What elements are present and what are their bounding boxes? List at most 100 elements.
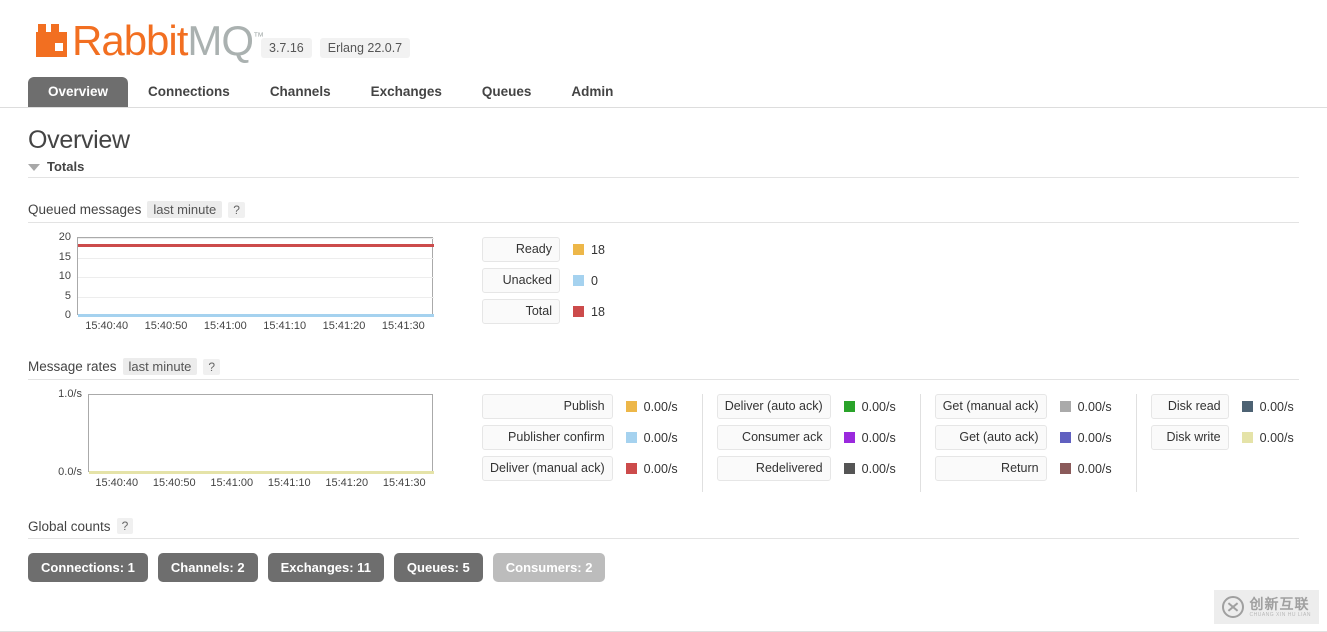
tab-connections[interactable]: Connections [128,77,250,107]
legend-value-get-manual-ack: 0.00/s [1059,394,1112,419]
message-rates-legend: Publish Publisher confirm Deliver (manual … [468,394,1294,492]
legend-label-deliver-auto-ack[interactable]: Deliver (auto ack) [716,394,831,419]
rabbitmq-version-badge: 3.7.16 [261,38,312,58]
legend-label-deliver-manual-ack[interactable]: Deliver (manual ack) [482,456,613,481]
chart-x-tick-label: 15:41:20 [322,320,366,332]
totals-section-header[interactable]: Totals [28,159,1299,178]
legend-swatch-icon [1059,401,1071,412]
erlang-version-badge: Erlang 22.0.7 [319,38,411,58]
page-content: Overview Totals Queued messages last min… [0,126,1327,582]
chart-x-tick-label: 15:41:20 [325,477,369,489]
legend-swatch-icon [1059,432,1071,443]
legend-label-unacked[interactable]: Unacked [482,268,560,293]
global-counts-help-icon[interactable]: ? [116,518,134,534]
legend-value-text: 0.00/s [643,430,678,445]
count-badge-channels[interactable]: Channels: 2 [157,553,258,582]
chart-y-tick-label: 15 [58,250,71,263]
queued-messages-legend: Ready Unacked Total 18 0 18 [468,237,605,335]
legend-value-get-auto-ack: 0.00/s [1059,425,1112,450]
tab-channels[interactable]: Channels [250,77,351,107]
legend-swatch-icon [1241,401,1253,412]
chart-y-tick-label: 0 [64,309,71,321]
chart-x-tick-label: 15:40:40 [85,320,129,332]
legend-value-text: 0.00/s [861,399,896,414]
legend-column: Deliver (auto ack) Consumer ack Redelivere… [701,394,896,492]
chart-y-tick-label: 10 [58,270,71,282]
queued-messages-label: Queued messages [28,202,142,217]
legend-value-text: 0.00/s [1077,399,1112,414]
legend-swatch-icon [625,432,637,443]
legend-value-deliver-manual-ack: 0.00/s [625,456,678,481]
legend-label-disk-write[interactable]: Disk write [1150,425,1229,450]
legend-label-redelivered[interactable]: Redelivered [716,456,831,481]
chart-series-line [89,471,434,474]
site-watermark: 创新互联 CHUANG XIN HU LIAN [1214,590,1319,624]
chart-gridline [78,238,434,239]
legend-value-publish: 0.00/s [625,394,678,419]
legend-value-text: 0.00/s [643,399,678,414]
chart-x-tick-label: 15:41:00 [210,477,254,489]
chart-x-tick-label: 15:40:50 [152,477,196,489]
legend-label-publisher-confirm[interactable]: Publisher confirm [482,425,613,450]
legend-label-consumer-ack[interactable]: Consumer ack [716,425,831,450]
tab-admin[interactable]: Admin [551,77,633,107]
global-counts-header: Global counts ? [28,518,1299,539]
legend-swatch-icon [843,463,855,474]
legend-label-disk-read[interactable]: Disk read [1150,394,1229,419]
legend-column: Publish Publisher confirm Deliver (manual … [468,394,678,492]
legend-value-disk-read: 0.00/s [1241,394,1294,419]
chart-x-tick-label: 15:41:10 [267,477,311,489]
watermark-cn-text: 创新互联 [1249,595,1310,612]
chevron-down-icon[interactable] [28,164,40,171]
logo-wordmark: RabbitMQ™ [72,16,264,62]
legend-swatch-icon [843,432,855,443]
legend-swatch-icon [625,463,637,474]
chart-y-tick-label: 5 [64,289,71,302]
message-rates-header: Message rates last minute ? [28,358,1299,380]
legend-value-ready: 18 [573,237,605,262]
chart-x-tick-label: 15:41:30 [382,477,426,489]
tab-queues[interactable]: Queues [462,77,552,107]
tab-exchanges[interactable]: Exchanges [351,77,462,107]
legend-value-text: 0.00/s [1259,399,1294,414]
count-badge-connections[interactable]: Connections: 1 [28,553,148,582]
count-badge-exchanges[interactable]: Exchanges: 11 [267,553,384,582]
message-rates-chart[interactable]: 0.0/s 1.0/s 15:40:40 15:40:50 15:41:00 15:41:… [28,388,434,492]
legend-swatch-icon [1059,463,1071,474]
legend-label-return[interactable]: Return [934,456,1047,481]
chart-gridline [78,296,434,298]
chart-x-tick-label: 15:41:00 [203,320,247,332]
message-rates-help-icon[interactable]: ? [203,358,221,375]
legend-column: Get (manual ack) Get (auto ack) Return 0.00… [919,394,1112,492]
legend-value-text: 18 [591,304,605,319]
legend-value-deliver-auto-ack: 0.00/s [843,394,896,419]
queued-messages-header: Queued messages last minute ? [28,201,1299,223]
chart-x-tick-label: 15:40:40 [95,477,139,489]
legend-value-redelivered: 0.00/s [843,456,896,481]
message-rates-label: Message rates [28,359,117,374]
legend-value-consumer-ack: 0.00/s [843,425,896,450]
legend-value-total: 18 [573,299,605,324]
rabbit-logo-icon [36,24,67,57]
rabbitmq-logo[interactable]: RabbitMQ™ [36,16,264,62]
queued-messages-help-icon[interactable]: ? [228,201,245,218]
count-badge-consumers[interactable]: Consumers: 2 [492,553,606,582]
legend-label-ready[interactable]: Ready [482,237,560,262]
circle-x-icon [1222,596,1245,618]
legend-label-get-auto-ack[interactable]: Get (auto ack) [934,425,1047,450]
count-badge-queues[interactable]: Queues: 5 [393,553,483,582]
main-navigation-tabs: Overview Connections Channels Exchanges Queu… [0,77,1327,108]
legend-label-total[interactable]: Total [482,299,560,324]
message-rates-period[interactable]: last minute [122,358,198,375]
tab-overview[interactable]: Overview [28,77,129,107]
legend-value-unacked: 0 [573,268,605,293]
queued-messages-period[interactable]: last minute [147,201,223,218]
queued-messages-chart[interactable]: 0 5 10 15 20 15:40:40 15:40:50 15:41:00 15:41:10… [28,231,434,335]
legend-value-text: 0.00/s [1259,430,1294,445]
legend-label-publish[interactable]: Publish [482,394,613,419]
chart-x-tick-label: 15:41:10 [263,320,307,332]
legend-value-text: 0.00/s [643,461,678,476]
legend-value-return: 0.00/s [1059,456,1112,481]
version-badges: 3.7.16 Erlang 22.0.7 [261,38,411,58]
legend-label-get-manual-ack[interactable]: Get (manual ack) [934,394,1047,419]
